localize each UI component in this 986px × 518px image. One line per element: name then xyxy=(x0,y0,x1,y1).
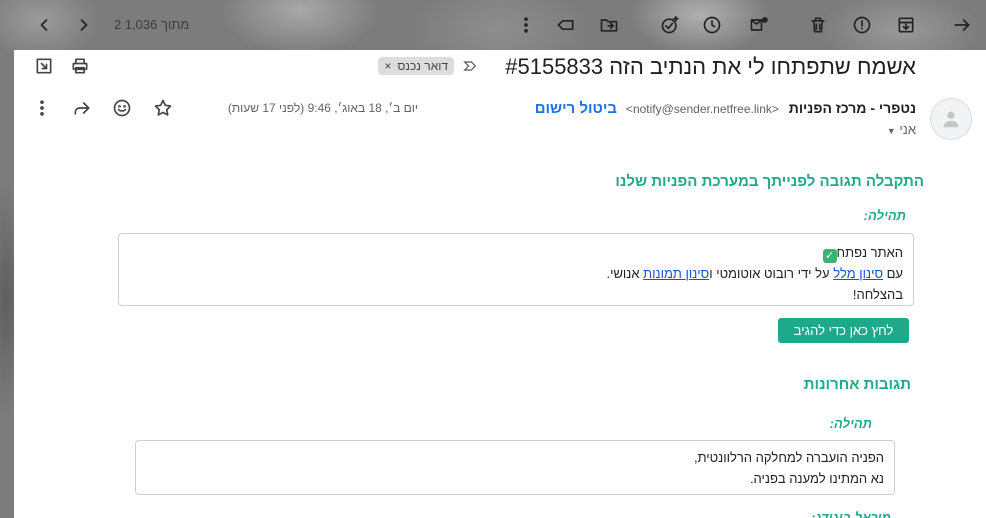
email-subject: אשמח שתפתחו לי את הנתיב הזה #5155833 xyxy=(505,54,916,79)
reply-message-box: האתר נפתח✓ עם סינון מלל על ידי רובוט אוט… xyxy=(118,233,914,306)
recipient-dropdown[interactable]: אני ▼ xyxy=(887,122,916,137)
sender-avatar[interactable] xyxy=(930,98,972,140)
message-toolbar: 2 מתוך 1,036 xyxy=(0,0,986,50)
check-icon: ✓ xyxy=(822,249,837,263)
email-view: אשמח שתפתחו לי את הנתיב הזה #5155833 דוא… xyxy=(14,50,986,518)
sender-name[interactable]: נטפרי - מרכז הפניות xyxy=(789,100,916,116)
image-filter-link[interactable]: סינון תמונות xyxy=(643,266,709,281)
add-task-icon[interactable] xyxy=(656,11,684,39)
section-title-new-reply: התקבלה תגובה לפנייתך במערכת הפניות שלנו xyxy=(615,173,924,190)
recent-line-2: נא המתינו למענה בפניה. xyxy=(749,471,884,486)
more-vert-icon[interactable] xyxy=(512,11,540,39)
print-icon[interactable] xyxy=(70,56,90,81)
person-icon xyxy=(943,111,959,128)
delete-icon[interactable] xyxy=(804,11,832,39)
star-icon[interactable] xyxy=(153,98,173,123)
recipient-text: אני xyxy=(899,122,916,137)
text-filter-link[interactable]: סינון מלל xyxy=(833,266,883,281)
report-spam-icon[interactable] xyxy=(848,11,876,39)
archive-icon[interactable] xyxy=(892,11,920,39)
back-arrow-icon[interactable] xyxy=(948,11,976,39)
reply-line-3: בהצלחה! xyxy=(852,287,903,302)
remove-label-icon[interactable]: × xyxy=(384,59,391,73)
chevron-down-icon: ▼ xyxy=(886,126,896,136)
older-icon[interactable] xyxy=(30,11,58,39)
move-to-icon[interactable] xyxy=(595,11,623,39)
mark-unread-icon[interactable] xyxy=(745,11,773,39)
unsubscribe-link[interactable]: ביטול רישום xyxy=(535,100,617,117)
label-icon[interactable] xyxy=(552,11,580,39)
reply-line-1: האתר נפתח✓ xyxy=(129,242,903,263)
reply-button[interactable]: לחץ כאן כדי להגיב xyxy=(778,318,909,343)
recent-message-box: הפניה הועברה למחלקה הרלוונטית, נא המתינו… xyxy=(135,440,895,495)
pager-count: 2 מתוך 1,036 xyxy=(114,17,190,32)
reply-line-2: עם סינון מלל על ידי רובוט אוטומטי וסינון… xyxy=(606,266,903,281)
responder-name: תהילה: xyxy=(863,208,906,223)
forward-icon[interactable] xyxy=(72,98,92,123)
newer-icon[interactable] xyxy=(70,11,98,39)
responder-name-partial: מיכאל בוגודג: xyxy=(811,510,891,518)
email-date: יום ב׳, 18 באוג׳, 9:46 (לפני 17 שעות) xyxy=(227,101,418,115)
snooze-icon[interactable] xyxy=(698,11,726,39)
inbox-label-chip[interactable]: דואר נכנס × xyxy=(378,57,454,75)
label-chip-text: דואר נכנס xyxy=(397,59,448,73)
section-title-recent-replies: תגובות אחרונות xyxy=(803,376,911,393)
responder-name: תהילה: xyxy=(829,416,872,431)
sender-email: <notify@sender.netfree.link> xyxy=(625,102,779,116)
open-new-window-icon[interactable] xyxy=(34,56,54,81)
more-vert-icon[interactable] xyxy=(32,98,52,123)
importance-marker-icon[interactable] xyxy=(462,58,478,79)
recent-line-1: הפניה הועברה למחלקה הרלוונטית, xyxy=(693,450,884,465)
emoji-icon[interactable] xyxy=(112,98,132,123)
sender-line: נטפרי - מרכז הפניות <notify@sender.netfr… xyxy=(626,100,916,116)
